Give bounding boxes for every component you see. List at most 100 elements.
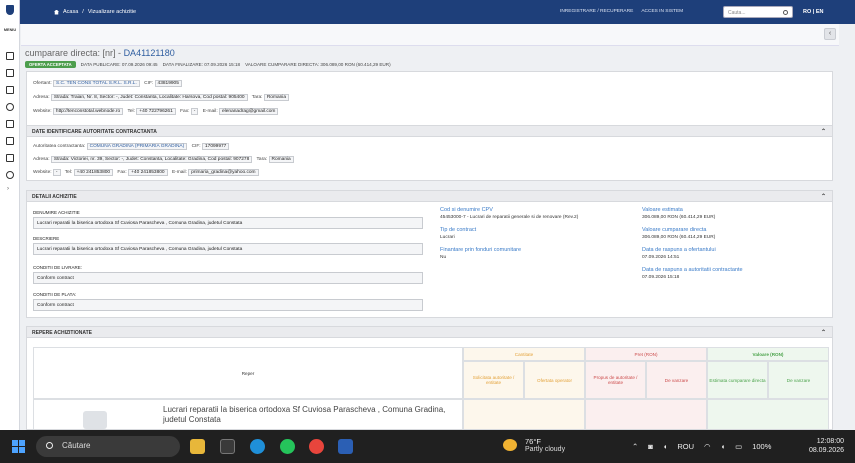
store-icon[interactable] (220, 439, 235, 454)
supplier-website[interactable]: http://tenconstotal.webnode.ro (52, 108, 124, 115)
meta-row: OFERTA ACCEPTATA DATA PUBLICARE: 07.09.2… (25, 61, 391, 68)
supplier-row-1: Ofertant: S.C. TEN CONS TOTAL S.R.L. S.R… (33, 80, 185, 87)
camera-icon[interactable]: ◙ (648, 442, 653, 451)
weather-icon[interactable] (503, 439, 517, 451)
breadcrumb-home[interactable]: Acasa (63, 9, 78, 15)
authority-website: - (52, 169, 61, 176)
clipboard-icon[interactable] (6, 69, 14, 77)
register-link[interactable]: INREGISTRARE / RECUPERARE (560, 9, 633, 14)
search-input[interactable]: Cauta... (723, 6, 793, 18)
language-switcher[interactable]: RO | EN (803, 9, 824, 15)
speaker-icon[interactable]: ◖ (663, 442, 668, 451)
authority-cif: 17099977 (201, 143, 230, 150)
direct-purchase-value: VALOARE CUMPARARE DIRECTA: 306.089,00 RO… (245, 62, 391, 67)
authority-country: Romania (268, 156, 294, 163)
items-panel: REPERE ACHIZITIONATE ⌃ Reper Cantitate P… (26, 326, 833, 430)
bidder-response-date: 07.09.2026 14:51 (642, 255, 680, 260)
browser-page: Acasa / Vizualizare achizitie INREGISTRA… (0, 0, 855, 430)
row-valoare-cell (707, 399, 829, 429)
authority-name[interactable]: COMUNA GRADINA (PRIMARIA GRADINA) (86, 143, 188, 150)
breadcrumb-current: Vizualizare achizitie (87, 9, 137, 15)
breadcrumb: Acasa / Vizualizare achizitie (54, 9, 136, 15)
help-icon[interactable] (6, 103, 14, 111)
authority-panel: DATE IDENTIFICARE AUTORITATE CONTRACTANT… (26, 125, 833, 181)
edge-icon[interactable] (250, 439, 265, 454)
estimated-value-label: Valoare estimata (642, 207, 683, 213)
funds-value: Nu (440, 255, 447, 260)
status-badge: OFERTA ACCEPTATA (25, 61, 76, 68)
details-panel: DETALII ACHIZITIE ⌃ DENUMIRE ACHIZITIE L… (26, 190, 833, 318)
descriere-field: Lucrari reparatii la biserica ortodoxa S… (33, 243, 423, 255)
chevron-up-icon[interactable]: ⌃ (821, 128, 826, 135)
column-propus: Propus de autoritate / entitate (585, 361, 646, 399)
authority-row-3: Website: - Tel: +40 241853800 Fax: +40 2… (33, 169, 262, 176)
collapse-button[interactable]: ‹ (824, 28, 836, 40)
search-icon[interactable] (783, 10, 788, 15)
procurement-code: DA41121180 (123, 48, 175, 58)
title-prefix: cumparare directa: [nr] - (25, 48, 122, 58)
publish-date: DATA PUBLICARE: 07.09.2026 09:45 (80, 62, 158, 67)
cpv-label: Cod si denumire CPV (440, 207, 493, 213)
camera-icon (83, 411, 107, 429)
sub-toolbar: ‹ (21, 24, 839, 46)
livrare-label: CONDITII DE LIVRARE: (33, 265, 83, 270)
direct-value: 306.089,00 RON (60.414,29 EUR) (642, 235, 716, 240)
items-panel-header[interactable]: REPERE ACHIZITIONATE ⌃ (27, 327, 832, 338)
chevron-up-icon[interactable]: ⌃ (821, 193, 826, 200)
plata-label: CONDITII DE PLATA: (33, 292, 77, 297)
product-name[interactable]: Lucrari reparatii la biserica ortodoxa S… (163, 405, 453, 425)
group-valoare: Valoare (RON) (707, 347, 829, 361)
monitor-icon[interactable] (6, 154, 14, 162)
weather-widget[interactable]: 76°F Partly cloudy (525, 437, 565, 453)
home-icon[interactable] (54, 9, 59, 15)
clock[interactable]: 12:08:00 08.09.2026 (800, 437, 844, 455)
windows-start-icon[interactable] (12, 440, 25, 453)
chevron-up-icon[interactable]: ⌃ (632, 442, 638, 451)
row-cantitate-cell (463, 399, 585, 429)
column-ofertata: Ofertata operator (524, 361, 585, 399)
site-logo[interactable] (0, 0, 20, 24)
authority-panel-header[interactable]: DATE IDENTIFICARE AUTORITATE CONTRACTANT… (27, 126, 832, 137)
chevron-up-icon[interactable]: ⌃ (821, 329, 826, 336)
supplier-name[interactable]: S.C. TEN CONS TOTAL S.R.L. S.R.L. (53, 80, 140, 87)
supplier-cif: 43819905 (154, 80, 182, 87)
document-icon[interactable] (6, 52, 14, 60)
wifi-icon[interactable]: ◠ (704, 442, 711, 451)
input-language[interactable]: ROU (677, 442, 694, 451)
chrome-icon[interactable] (309, 439, 324, 454)
sidebar: MENIU › (0, 24, 20, 430)
authority-email[interactable]: primaria_gradina@yahoo.com (188, 169, 259, 176)
livrare-field: Conform contract (33, 272, 423, 284)
column-reper: Reper (33, 347, 463, 399)
details-panel-header[interactable]: DETALII ACHIZITIE ⌃ (27, 191, 832, 202)
plata-field: Conform contract (33, 299, 423, 311)
contract-type-label: Tip de contract (440, 227, 477, 233)
authority-response-date: 07.09.2026 15:18 (642, 275, 680, 280)
windows-taskbar: Căutare 76°F Partly cloudy ⌃ ◙ ◖ ROU ◠ ◖… (0, 430, 855, 463)
list-icon[interactable] (6, 86, 14, 94)
authority-response-label: Data de raspuns a autoritatii contractan… (642, 267, 743, 273)
file-explorer-icon[interactable] (190, 439, 205, 454)
account-links: INREGISTRARE / RECUPERARE ACCES IN SISTE… (560, 9, 683, 14)
notes-icon[interactable] (6, 137, 14, 145)
column-solicitata: Solicitata autoritate / entitate (463, 361, 524, 399)
weather-temp: 76°F (525, 437, 541, 446)
column-valoare-vanzare: De vanzare (768, 361, 829, 399)
authority-fax: +40 241853800 (128, 169, 168, 176)
page-title: cumparare directa: [nr] - DA41121180 (25, 48, 175, 58)
word-icon[interactable] (338, 439, 353, 454)
volume-icon[interactable]: ◖ (721, 442, 726, 451)
group-pret: Pret (RON) (585, 347, 707, 361)
whatsapp-icon[interactable] (280, 439, 295, 454)
supplier-email[interactable]: elenanadrag@gmail.com (219, 108, 279, 115)
taskbar-search[interactable]: Căutare (36, 436, 180, 457)
column-pret-vanzare: De vanzare (646, 361, 707, 399)
battery-icon[interactable]: ▭ (735, 442, 742, 451)
menu-label[interactable]: MENIU (0, 28, 20, 32)
chat-icon[interactable] (6, 171, 14, 179)
finalize-date: DATA FINALIZARE: 07.09.2026 15:18 (162, 62, 241, 67)
funds-label: Finantare prin fonduri comunitare (440, 247, 522, 253)
gavel-icon[interactable] (6, 120, 14, 128)
login-link[interactable]: ACCES IN SISTEM (641, 9, 683, 14)
chevron-right-icon[interactable]: › (7, 186, 9, 192)
